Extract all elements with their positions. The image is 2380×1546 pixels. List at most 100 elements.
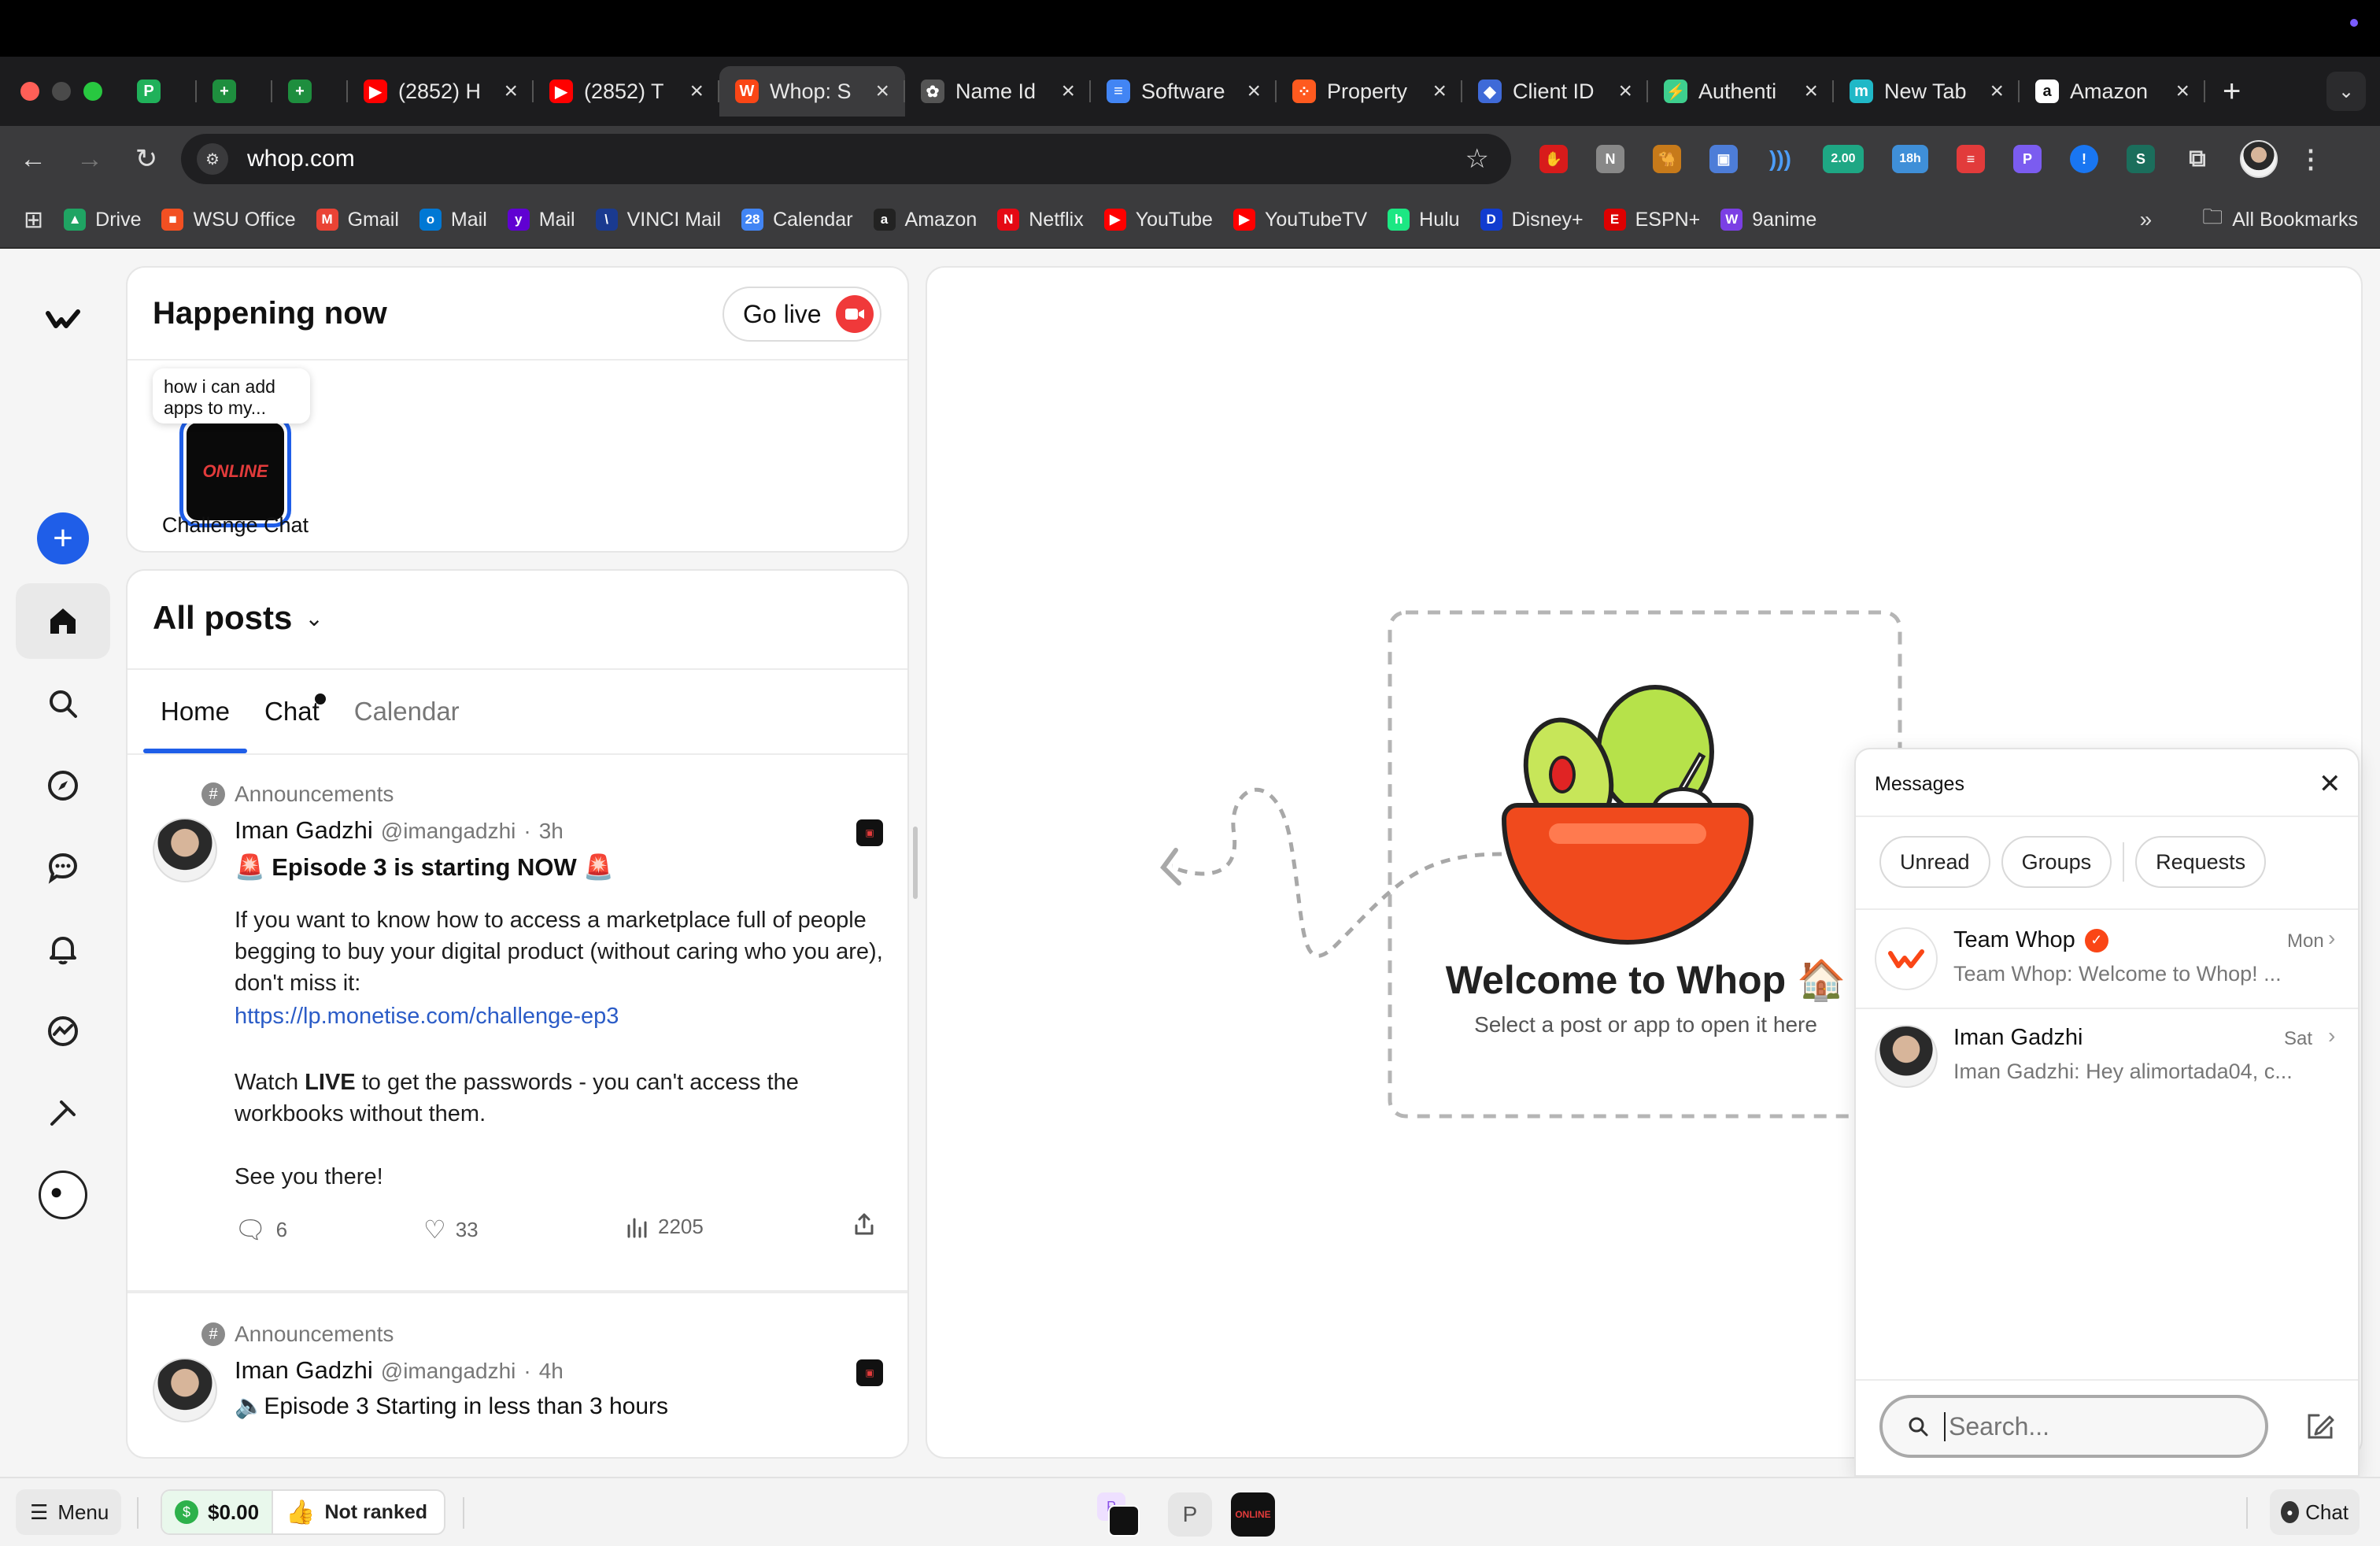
close-tab-icon[interactable]: ×: [1247, 78, 1261, 105]
browser-tab[interactable]: ≡ Software ×: [1091, 66, 1277, 117]
tab-chat[interactable]: Chat: [247, 670, 337, 753]
bookmark-item[interactable]: o Mail: [419, 209, 487, 231]
post-channel[interactable]: # Announcements: [201, 782, 394, 807]
post-item[interactable]: # Announcements Iman Gadzhi @imangadzhi …: [128, 756, 907, 1292]
analytics-nav-button[interactable]: [16, 993, 110, 1069]
author-name[interactable]: Iman Gadzhi: [235, 816, 373, 845]
close-tab-icon[interactable]: ×: [1618, 78, 1632, 105]
close-tab-icon[interactable]: ×: [1432, 78, 1447, 105]
browser-tab[interactable]: ⁘ Property ×: [1277, 66, 1462, 117]
browser-tab[interactable]: ▶ (2852) H ×: [348, 66, 534, 117]
extension-s-icon[interactable]: S: [2127, 145, 2155, 173]
new-tab-button[interactable]: +: [2223, 74, 2241, 109]
challenge-chat-story[interactable]: ONLINE: [179, 416, 291, 527]
reload-button[interactable]: ↻: [123, 135, 170, 183]
extension-audio-icon[interactable]: ))): [1766, 145, 1794, 173]
more-bookmarks-icon[interactable]: »: [2140, 207, 2153, 232]
message-search-input[interactable]: [1944, 1411, 2227, 1441]
extension-todoist-icon[interactable]: ≡: [1957, 145, 1985, 173]
bookmark-item[interactable]: D Disney+: [1480, 209, 1584, 231]
maximize-window-button[interactable]: [83, 82, 102, 101]
community-badge-icon[interactable]: ▣: [856, 819, 883, 846]
author-avatar[interactable]: [153, 818, 217, 882]
site-info-icon[interactable]: ⚙: [197, 143, 228, 175]
browser-tab[interactable]: ✿ Name Id ×: [905, 66, 1091, 117]
notifications-nav-button[interactable]: [16, 912, 110, 987]
close-tab-icon[interactable]: ×: [1990, 78, 2004, 105]
scrollbar-handle[interactable]: [913, 827, 918, 899]
extension-screen-icon[interactable]: ▣: [1709, 145, 1738, 173]
feed-selector[interactable]: All posts ⌄: [153, 599, 323, 637]
community-badge-icon[interactable]: ▣: [856, 1359, 883, 1386]
profile-nav-button[interactable]: [16, 1157, 110, 1233]
browser-tab[interactable]: +: [197, 66, 272, 117]
bookmark-item[interactable]: ■ WSU Office: [161, 209, 296, 231]
filter-unread[interactable]: Unread: [1879, 836, 1990, 888]
balance-button[interactable]: $ $0.00: [162, 1491, 272, 1533]
bookmark-item[interactable]: N Netflix: [997, 209, 1084, 231]
bookmark-item[interactable]: E ESPN+: [1603, 209, 1700, 231]
bookmark-item[interactable]: 28 Calendar: [741, 209, 853, 231]
bookmark-item[interactable]: W 9anime: [1720, 209, 1816, 231]
filter-groups[interactable]: Groups: [2001, 836, 2112, 888]
app-switcher-item[interactable]: P: [1097, 1492, 1141, 1537]
tab-calendar[interactable]: Calendar: [337, 670, 477, 753]
extension-speed-icon[interactable]: 2.00: [1823, 145, 1864, 173]
tab-search-button[interactable]: ⌄: [2326, 72, 2366, 111]
browser-tab[interactable]: m New Tab ×: [1834, 66, 2020, 117]
bookmark-item[interactable]: ▶ YouTubeTV: [1232, 209, 1367, 231]
chat-button[interactable]: ● Chat: [2270, 1489, 2360, 1535]
extension-camel-icon[interactable]: 🐪: [1653, 145, 1681, 173]
close-tab-icon[interactable]: ×: [875, 78, 889, 105]
challenge-app-button[interactable]: ONLINE: [1231, 1492, 1275, 1537]
bookmark-star-icon[interactable]: ☆: [1465, 143, 1489, 175]
close-messages-button[interactable]: ✕: [2319, 768, 2341, 800]
filter-requests[interactable]: Requests: [2135, 836, 2267, 888]
p-app-button[interactable]: P: [1168, 1492, 1212, 1537]
message-thread[interactable]: Iman Gadzhi Sat › Iman Gadzhi: Hey alimo…: [1856, 1009, 2358, 1107]
go-live-button[interactable]: Go live: [722, 287, 881, 342]
extension-calendar-icon[interactable]: 18h: [1892, 145, 1928, 173]
post-channel[interactable]: # Announcements: [201, 1322, 394, 1347]
bookmark-item[interactable]: h Hulu: [1388, 209, 1460, 231]
close-tab-icon[interactable]: ×: [1061, 78, 1075, 105]
close-tab-icon[interactable]: ×: [2175, 78, 2190, 105]
browser-tab[interactable]: ▶ (2852) T ×: [534, 66, 719, 117]
bookmark-item[interactable]: y Mail: [507, 209, 575, 231]
forward-button[interactable]: →: [66, 135, 113, 183]
extension-stop-icon[interactable]: ✋: [1539, 145, 1568, 173]
browser-tab[interactable]: W Whop: S ×: [719, 66, 905, 117]
close-tab-icon[interactable]: ×: [1804, 78, 1818, 105]
browser-tab[interactable]: a Amazon ×: [2020, 66, 2205, 117]
views-button[interactable]: 2205: [625, 1215, 704, 1239]
bookmark-item[interactable]: \ VINCI Mail: [595, 209, 721, 231]
close-tab-icon[interactable]: ×: [689, 78, 704, 105]
share-button[interactable]: [852, 1211, 877, 1237]
browser-tab[interactable]: +: [272, 66, 348, 117]
bookmark-item[interactable]: ▶ YouTube: [1103, 209, 1213, 231]
profile-avatar[interactable]: [2240, 140, 2278, 178]
author-name[interactable]: Iman Gadzhi: [235, 1356, 373, 1385]
extension-gray-icon[interactable]: N: [1596, 145, 1624, 173]
all-bookmarks-folder[interactable]: 🗀 All Bookmarks: [2202, 202, 2358, 237]
menu-button[interactable]: ☰ Menu: [16, 1489, 121, 1535]
search-nav-button[interactable]: [16, 666, 110, 742]
rank-button[interactable]: 👍 Not ranked: [273, 1491, 440, 1533]
tab-home[interactable]: Home: [143, 670, 248, 753]
message-thread[interactable]: Team Whop ✓ Mon › Team Whop: Welcome to …: [1856, 910, 2358, 1008]
extension-p-icon[interactable]: P: [2013, 145, 2042, 173]
browser-tab[interactable]: ⚡ Authenti ×: [1648, 66, 1834, 117]
address-bar[interactable]: ⚙ whop.com ☆: [181, 134, 1511, 184]
extensions-puzzle-icon[interactable]: ⧉: [2183, 145, 2212, 173]
comments-button[interactable]: 🗨 6: [235, 1215, 287, 1245]
post-item[interactable]: # Announcements Iman Gadzhi @imangadzhi …: [128, 1293, 907, 1457]
bookmark-item[interactable]: ▲ Drive: [64, 209, 141, 231]
minimize-window-button[interactable]: [52, 82, 71, 101]
browser-menu-icon[interactable]: ⋮: [2297, 145, 2325, 173]
discover-nav-button[interactable]: [16, 748, 110, 823]
extension-info-icon[interactable]: !: [2070, 145, 2098, 173]
post-link[interactable]: https://lp.monetise.com/challenge-ep3: [235, 1000, 619, 1032]
messages-nav-button[interactable]: [16, 830, 110, 905]
browser-tab[interactable]: ◆ Client ID ×: [1462, 66, 1648, 117]
bookmark-item[interactable]: a Amazon: [873, 209, 977, 231]
